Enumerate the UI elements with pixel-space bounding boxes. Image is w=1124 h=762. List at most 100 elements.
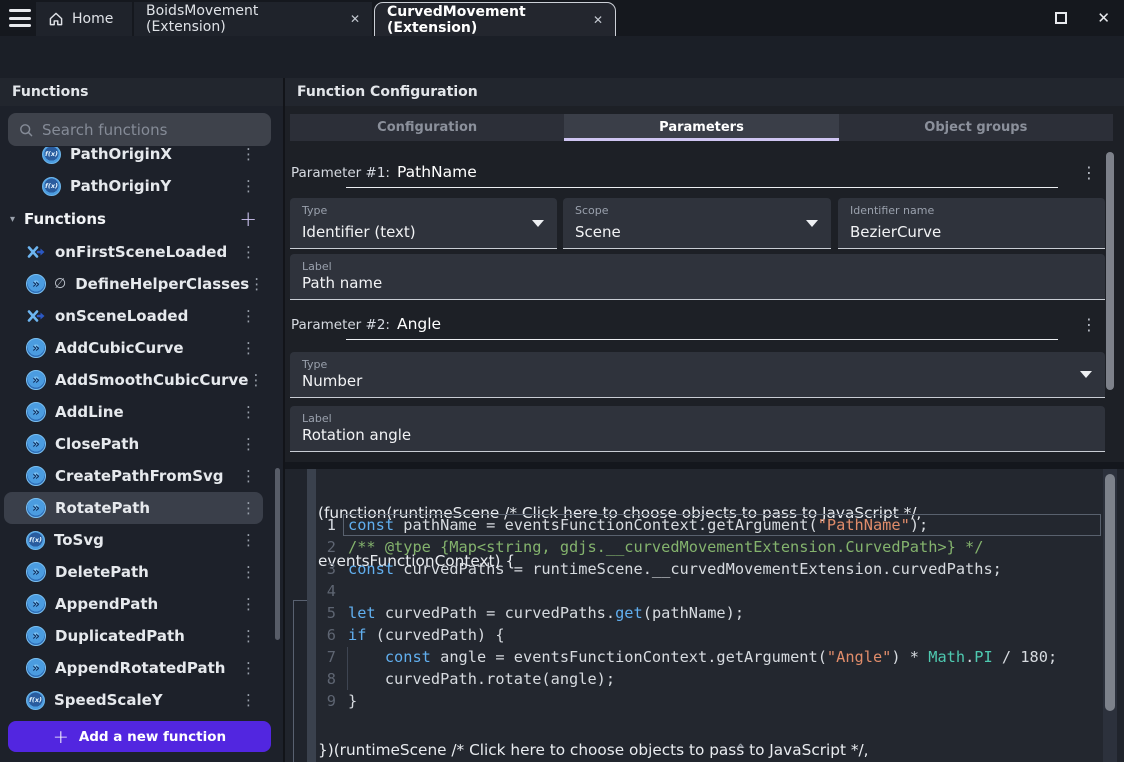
item-menu-button[interactable]: ⋮: [241, 499, 255, 517]
page-title: Function Configuration: [297, 84, 478, 100]
function-item-addsmoothcubiccurve[interactable]: »AddSmoothCubicCurve⋮: [4, 364, 263, 396]
item-menu-button[interactable]: ⋮: [241, 691, 255, 709]
function-item-appendpath[interactable]: » AppendPath ⋮: [4, 588, 263, 620]
sidebar-scrollbar[interactable]: [275, 468, 280, 640]
add-function-label: Add a new function: [79, 729, 226, 745]
function-item-rotatepath[interactable]: »RotatePath⋮: [4, 492, 263, 524]
code-line-3[interactable]: 3const curvedPaths = runtimeScene.__curv…: [316, 558, 1103, 580]
function-item-speedscaley[interactable]: f(x)SpeedScaleY⋮: [4, 684, 263, 716]
function-configuration-header: Function Configuration: [285, 78, 1124, 106]
line-number: 9: [316, 692, 336, 710]
search-icon: [18, 122, 34, 138]
code-line-6[interactable]: 6if (curvedPath) {: [316, 624, 1103, 646]
javascript-code-event[interactable]: (function(runtimeScene /* Click here to …: [316, 469, 1103, 762]
field-label: Label: [302, 412, 332, 425]
events-code-area: (function(runtimeScene /* Click here to …: [285, 462, 1124, 762]
function-item-pathoriginy[interactable]: f(x)PathOriginY⋮: [4, 170, 263, 202]
tab-boidsmovement[interactable]: BoidsMovement (Extension) ✕: [134, 2, 372, 36]
function-item-pathoriginx[interactable]: f(x)PathOriginX⋮: [4, 147, 263, 170]
function-item-deletepath[interactable]: »DeletePath⋮: [4, 556, 263, 588]
field-label: Scope: [575, 204, 609, 217]
item-menu-button[interactable]: ⋮: [241, 147, 255, 163]
item-menu-button[interactable]: ⋮: [241, 403, 255, 421]
function-item-closepath[interactable]: »ClosePath⋮: [4, 428, 263, 460]
item-menu-button[interactable]: ⋮: [241, 595, 255, 613]
scope-select[interactable]: Scope Scene: [563, 198, 831, 249]
function-label: PathOriginX: [70, 147, 172, 163]
item-menu-button[interactable]: ⋮: [241, 307, 255, 325]
item-menu-button[interactable]: ⋮: [241, 177, 255, 195]
search-input[interactable]: [42, 121, 261, 139]
code-line-2[interactable]: 2/** @type {Map<string, gdjs.__curvedMov…: [316, 536, 1103, 558]
maximize-button[interactable]: [1055, 12, 1067, 24]
event-separator: [285, 462, 1124, 469]
add-new-function-button[interactable]: + Add a new function: [8, 721, 271, 752]
parameters-scrollbar[interactable]: [1106, 152, 1114, 390]
function-item-addline[interactable]: »AddLine⋮: [4, 396, 263, 428]
add-function-plus-button[interactable]: +: [239, 209, 257, 230]
code-line-5[interactable]: 5let curvedPath = curvedPaths.get(pathNa…: [316, 602, 1103, 624]
function-label: CreatePathFromSvg: [55, 467, 224, 485]
tab-home[interactable]: Home: [36, 2, 132, 36]
item-menu-button[interactable]: ⋮: [241, 435, 255, 453]
code-text: const pathName = eventsFunctionContext.g…: [348, 516, 928, 534]
item-menu-button[interactable]: ⋮: [241, 659, 255, 677]
field-value: BezierCurve: [850, 223, 941, 241]
title-bar: Home BoidsMovement (Extension) ✕ CurvedM…: [0, 0, 1124, 36]
collapse-editor-button[interactable]: ^: [736, 741, 745, 759]
parameter-name-input[interactable]: Angle: [397, 315, 441, 333]
item-menu-button[interactable]: ⋮: [249, 275, 263, 293]
event-bracket: [293, 600, 294, 762]
tab-configuration[interactable]: Configuration: [290, 114, 564, 141]
code-line-1[interactable]: 1const pathName = eventsFunctionContext.…: [316, 514, 1103, 536]
function-item-tosvg[interactable]: f(x)ToSvg⋮: [4, 524, 263, 556]
parameter-2-menu-button[interactable]: ⋮: [1081, 315, 1097, 334]
action-function-icon: »: [26, 594, 46, 614]
item-menu-button[interactable]: ⋮: [241, 627, 255, 645]
identifier-name-field[interactable]: Identifier name BezierCurve: [838, 198, 1105, 249]
tab-parameters[interactable]: Parameters: [564, 114, 838, 141]
item-menu-button[interactable]: ⋮: [241, 339, 255, 357]
tab-curvedmovement-active[interactable]: CurvedMovement (Extension) ✕: [374, 2, 616, 36]
function-item-onfirstsceneloaded[interactable]: onFirstSceneLoaded⋮: [4, 236, 263, 268]
type-select-2[interactable]: Type Number: [290, 352, 1105, 398]
label-field-2[interactable]: Label Rotation angle: [290, 406, 1105, 452]
type-select-1[interactable]: Type Identifier (text): [290, 198, 557, 249]
code-line-4[interactable]: 4: [316, 580, 1103, 602]
code-scrollbar-thumb[interactable]: [1105, 474, 1115, 711]
function-item-createpathfromsvg[interactable]: »CreatePathFromSvg⋮: [4, 460, 263, 492]
function-item-duplicatedpath[interactable]: »DuplicatedPath⋮: [4, 620, 263, 652]
collapse-arrow-icon[interactable]: ▾: [10, 214, 24, 225]
event-drag-handle[interactable]: [307, 469, 316, 762]
line-number: 8: [316, 670, 336, 688]
function-item-onsceneloaded[interactable]: onSceneLoaded⋮: [4, 300, 263, 332]
functions-panel-header: Functions: [0, 78, 283, 106]
tab-label: Configuration: [377, 120, 477, 135]
function-item-addcubiccurve[interactable]: »AddCubicCurve⋮: [4, 332, 263, 364]
search-functions-box[interactable]: [8, 113, 271, 146]
code-footer[interactable]: })(runtimeScene /* Click here to choose …: [318, 710, 869, 762]
label-field-1[interactable]: Label Path name: [290, 254, 1105, 300]
field-value: Rotation angle: [302, 426, 411, 444]
close-tab-icon[interactable]: ✕: [350, 12, 360, 26]
code-line-8[interactable]: 8 curvedPath.rotate(angle);: [316, 668, 1103, 690]
parameter-name-input[interactable]: PathName: [397, 163, 477, 181]
item-menu-button[interactable]: ⋮: [241, 531, 255, 549]
close-tab-icon[interactable]: ✕: [593, 13, 603, 27]
item-menu-button[interactable]: ⋮: [241, 243, 255, 261]
code-line-9[interactable]: 9}: [316, 690, 1103, 712]
code-line-7[interactable]: 7 const angle = eventsFunctionContext.ge…: [316, 646, 1103, 668]
item-menu-button[interactable]: ⋮: [248, 371, 262, 389]
item-menu-button[interactable]: ⋮: [241, 467, 255, 485]
parameter-1-menu-button[interactable]: ⋮: [1081, 163, 1097, 182]
close-window-button[interactable]: ✕: [1097, 11, 1110, 26]
item-menu-button[interactable]: ⋮: [241, 563, 255, 581]
code-lines[interactable]: 1const pathName = eventsFunctionContext.…: [316, 514, 1103, 712]
function-label: AppendPath: [55, 595, 158, 613]
function-item-appendrotatedpath[interactable]: »AppendRotatedPath⋮: [4, 652, 263, 684]
function-item-definehelperclasses[interactable]: »∅DefineHelperClasses⋮: [4, 268, 263, 300]
main-menu-icon[interactable]: [9, 9, 31, 27]
function-label: AddLine: [55, 403, 124, 421]
functions-section-header[interactable]: ▾Functions+: [0, 202, 275, 236]
tab-object-groups[interactable]: Object groups: [839, 114, 1113, 141]
